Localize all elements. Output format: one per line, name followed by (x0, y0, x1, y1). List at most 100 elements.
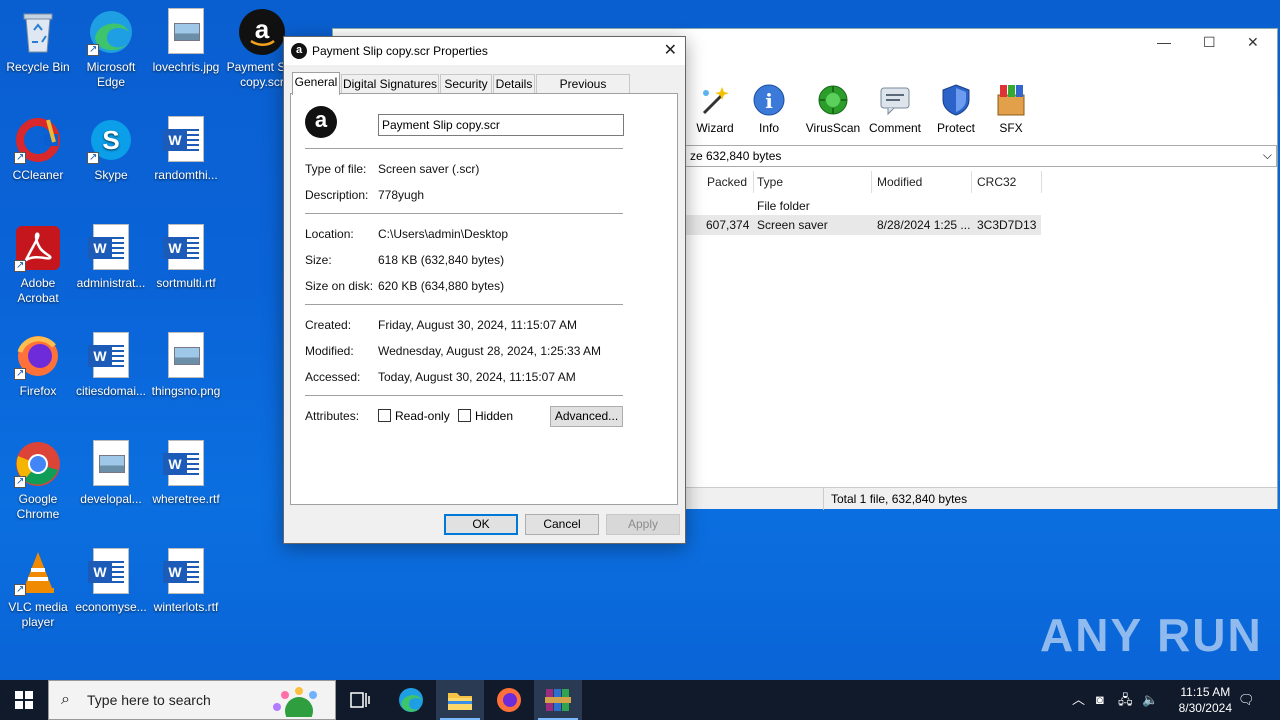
desktop-icon-recycle-bin[interactable]: Recycle Bin (0, 8, 76, 75)
firefox-icon (14, 332, 62, 381)
dialog-titlebar[interactable]: a Payment Slip copy.scr Properties ✕ (284, 37, 685, 65)
maximize-icon[interactable]: ☐ (1203, 34, 1216, 51)
column-header-type[interactable]: Type (757, 175, 783, 189)
desktop-icon-skype[interactable]: S Skype (73, 116, 149, 183)
tab-general[interactable]: General (292, 72, 340, 95)
minimize-icon[interactable]: — (1157, 34, 1171, 50)
desktop-icon-label: CCleaner (12, 168, 64, 182)
modified-label: Modified: (305, 344, 354, 358)
desktop-icon-wheretree[interactable]: W wheretree.rtf (148, 440, 224, 507)
chevron-up-icon[interactable]: ︿ (1072, 680, 1085, 720)
winrar-status-bar: Total 1 file, 632,840 bytes (685, 487, 1277, 510)
wizard-icon (698, 83, 732, 117)
properties-dialog[interactable]: a Payment Slip copy.scr Properties ✕ Gen… (283, 36, 686, 544)
desktop-icon-label: economyse... (75, 600, 147, 614)
close-icon[interactable]: ✕ (1247, 34, 1259, 51)
desktop-icon-economyse[interactable]: W economyse... (73, 548, 149, 615)
shortcut-arrow-icon (14, 150, 26, 165)
desktop-icon-firefox[interactable]: Firefox (0, 332, 76, 399)
word-document-icon: W (162, 440, 210, 488)
desktop-icon-developal[interactable]: developal... (73, 440, 149, 507)
chrome-icon (14, 440, 62, 489)
checkbox-box[interactable] (458, 409, 471, 422)
apply-button[interactable]: Apply (606, 514, 680, 535)
taskbar-search-box[interactable]: ⌕ Type here to search (48, 680, 336, 720)
network-icon[interactable]: 🖧 (1118, 680, 1133, 720)
modified-value: Wednesday, August 28, 2024, 1:25:33 AM (378, 344, 602, 358)
size-on-disk-label: Size on disk: (305, 279, 374, 293)
path-text: ze 632,840 bytes (690, 149, 782, 163)
comment-button[interactable]: Comment (865, 81, 925, 135)
divider (305, 395, 623, 396)
taskbar: ⌕ Type here to search ︿ ◙ 🖧 🔈 11:15 AM 8… (0, 680, 1280, 720)
desktop-icon-vlc[interactable]: VLC media player (0, 548, 76, 630)
desktop-icon-adobe-acrobat[interactable]: Adobe Acrobat (0, 224, 76, 306)
taskbar-edge[interactable] (387, 680, 435, 720)
location-label: Location: (305, 227, 354, 241)
desktop-icon-administrat[interactable]: W administrat... (73, 224, 149, 291)
table-cell-crc: 3C3D7D13 (977, 218, 1037, 232)
readonly-checkbox[interactable]: Read-only (378, 409, 450, 423)
wizard-button[interactable]: Wizard (685, 81, 745, 135)
protect-button[interactable]: Protect (926, 81, 986, 135)
virusscan-icon (816, 83, 850, 117)
desktop-icon-sortmulti[interactable]: W sortmulti.rtf (148, 224, 224, 291)
chevron-down-icon[interactable]: ⌵ (1263, 148, 1272, 163)
tab-security[interactable]: Security (440, 74, 492, 94)
virusscan-button[interactable]: VirusScan (803, 81, 863, 135)
desktop-icon-lovechris[interactable]: lovechris.jpg (148, 8, 224, 75)
hidden-checkbox[interactable]: Hidden (458, 409, 513, 423)
meet-now-icon[interactable]: ◙ (1096, 680, 1104, 720)
search-icon: ⌕ (61, 691, 70, 708)
tab-digital-signatures[interactable]: Digital Signatures (341, 74, 439, 94)
close-icon[interactable]: ✕ (664, 37, 677, 65)
tool-label: VirusScan (805, 121, 861, 135)
image-file-icon (162, 8, 210, 56)
shortcut-arrow-icon (87, 150, 99, 165)
filename-field[interactable]: Payment Slip copy.scr (378, 114, 624, 136)
desktop-icon-ccleaner[interactable]: CCleaner (0, 116, 76, 183)
taskbar-clock[interactable]: 11:15 AM 8/30/2024 (1179, 684, 1232, 716)
desktop-icon-citiesdomai[interactable]: W citiesdomai... (73, 332, 149, 399)
recycle-bin-icon (14, 8, 62, 56)
info-button[interactable]: i Info (739, 81, 799, 135)
image-file-icon (162, 332, 210, 380)
desktop-icon-microsoft-edge[interactable]: Microsoft Edge (73, 8, 149, 90)
column-header-modified[interactable]: Modified (877, 175, 922, 189)
checkbox-box[interactable] (378, 409, 391, 422)
firefox-icon (497, 688, 521, 712)
winrar-path-bar[interactable]: ze 632,840 bytes ⌵ (685, 145, 1277, 167)
cancel-button[interactable]: Cancel (525, 514, 599, 535)
notification-icon[interactable]: 🗨 (1238, 680, 1255, 720)
sfx-button[interactable]: SFX (981, 81, 1041, 135)
desktop-icon-google-chrome[interactable]: Google Chrome (0, 440, 76, 522)
ok-button[interactable]: OK (444, 514, 518, 535)
svg-text:i: i (765, 89, 773, 113)
tab-previous-versions[interactable]: Previous Versions (536, 74, 630, 109)
desktop-icon-randomthi[interactable]: W randomthi... (148, 116, 224, 183)
column-header-packed[interactable]: Packed (707, 175, 747, 189)
desktop-icon-label: randomthi... (154, 168, 218, 182)
clock-time: 11:15 AM (1180, 685, 1231, 699)
advanced-button[interactable]: Advanced... (550, 406, 623, 427)
desktop-icon-label: Recycle Bin (6, 60, 70, 74)
table-row-type[interactable]: File folder (757, 199, 810, 213)
tab-details[interactable]: Details (493, 74, 535, 94)
volume-icon[interactable]: 🔈 (1142, 680, 1158, 720)
taskbar-firefox[interactable] (485, 680, 533, 720)
taskbar-winrar[interactable] (534, 680, 582, 720)
table-cell-type: Screen saver (757, 218, 828, 232)
type-label: Type of file: (305, 162, 367, 176)
general-panel: a Payment Slip copy.scr Type of file: Sc… (290, 93, 678, 505)
tool-label: SFX (999, 121, 1023, 135)
desktop-icon-label: Firefox (19, 384, 57, 398)
desktop-icon-thingsno[interactable]: thingsno.png (148, 332, 224, 399)
status-text: Total 1 file, 632,840 bytes (831, 492, 968, 506)
column-header-crc32[interactable]: CRC32 (977, 175, 1016, 189)
task-view-button[interactable] (336, 680, 384, 720)
desktop-icon-winterlots[interactable]: W winterlots.rtf (148, 548, 224, 615)
clock-date: 8/30/2024 (1178, 701, 1232, 715)
divider (305, 304, 623, 305)
start-button[interactable] (0, 680, 48, 720)
taskbar-file-explorer[interactable] (436, 680, 484, 720)
